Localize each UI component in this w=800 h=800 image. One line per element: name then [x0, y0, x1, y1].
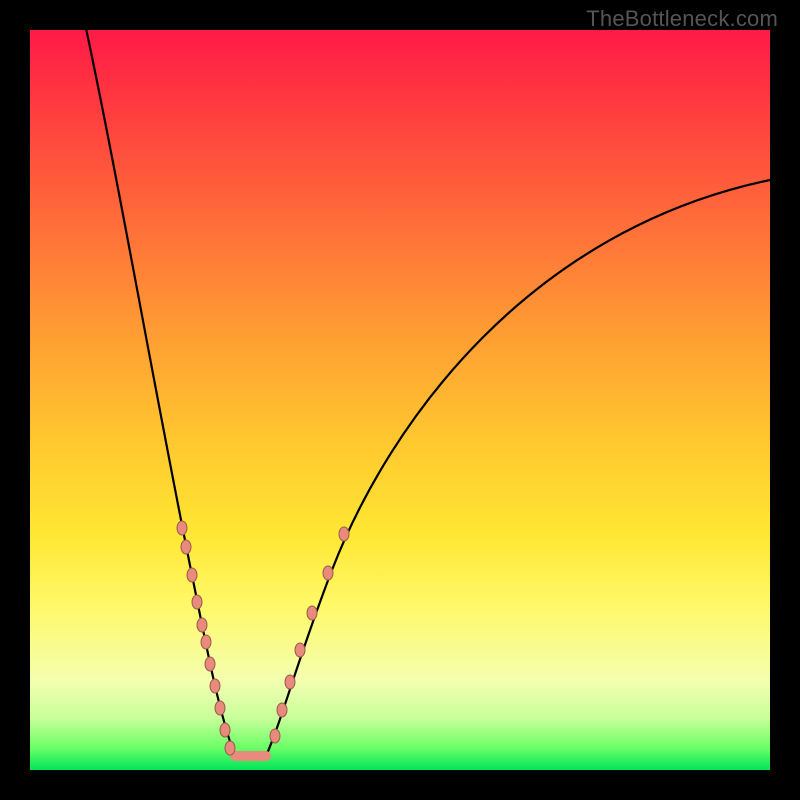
data-marker	[339, 527, 349, 541]
data-marker	[215, 701, 225, 715]
markers-left	[177, 521, 235, 755]
data-marker	[295, 643, 305, 657]
data-marker	[270, 729, 280, 743]
data-marker	[323, 566, 333, 580]
data-marker	[177, 521, 187, 535]
data-marker	[187, 568, 197, 582]
data-marker	[277, 703, 287, 717]
data-marker	[192, 595, 202, 609]
chart-svg	[30, 30, 770, 770]
data-marker	[210, 679, 220, 693]
data-marker	[197, 618, 207, 632]
outer-frame: TheBottleneck.com	[0, 0, 800, 800]
data-marker	[201, 635, 211, 649]
data-marker	[205, 657, 215, 671]
data-marker	[220, 723, 230, 737]
data-marker	[285, 675, 295, 689]
bottleneck-curve	[82, 10, 770, 756]
data-marker	[225, 741, 235, 755]
data-marker	[181, 540, 191, 554]
watermark-text: TheBottleneck.com	[586, 6, 778, 32]
data-marker	[307, 606, 317, 620]
